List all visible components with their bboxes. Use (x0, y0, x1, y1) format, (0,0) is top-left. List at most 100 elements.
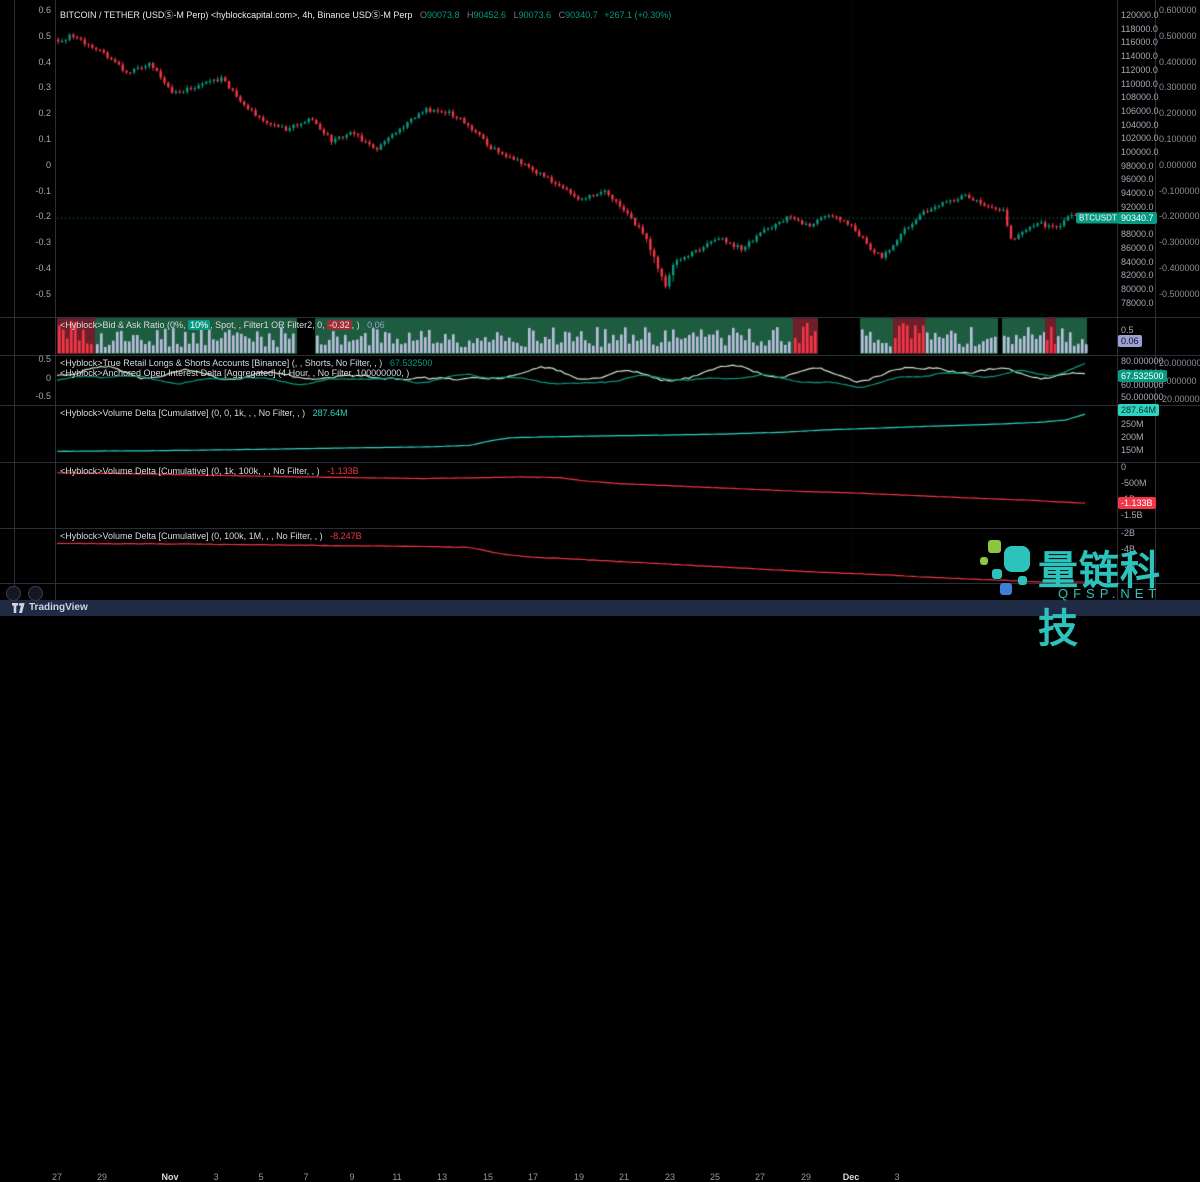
axis-tick: 94000.0 (1121, 188, 1154, 199)
axis-tick: -0.400000 (1159, 263, 1200, 273)
axis-tick: 112000.0 (1121, 64, 1158, 75)
axis-tick: 0 (45, 373, 51, 383)
time-axis-label: 27 (754, 1172, 766, 1182)
axis-tick: 0.5 (38, 30, 51, 41)
time-axis-label: 3 (213, 1172, 219, 1182)
axis-tick: 0.5 (38, 354, 51, 364)
time-axis-label: 17 (527, 1172, 539, 1182)
axis-tick: -1.5B (1121, 510, 1143, 520)
axis-tick: 116000.0 (1121, 37, 1158, 48)
pane-separator[interactable] (0, 405, 1200, 406)
axis-tick: 82000.0 (1121, 270, 1154, 281)
chart-canvas[interactable] (0, 0, 1200, 616)
time-axis-label: 25 (709, 1172, 721, 1182)
axis-tick: 88000.0 (1121, 229, 1154, 240)
time-axis-label: 15 (482, 1172, 494, 1182)
plot-left-border (55, 0, 56, 600)
last-price-label: 90340.7 (1118, 212, 1157, 224)
close-value: 90340.7 (565, 10, 598, 20)
volume-delta-100k-axis-label: -1.133B (1118, 497, 1156, 509)
left-price-scale[interactable]: 0.6 0.5 0.4 0.3 0.2 0.1 0 -0.1 -0.2 -0.3 -0.4 -0.5 0… (14, 0, 55, 600)
volume-delta-1k-text: <Hyblock>Volume Delta [Cumulative] (0, 0… (60, 408, 306, 418)
retail-shorts-legend[interactable]: <Hyblock>True Retail Longs & Shorts Acco… (60, 358, 432, 368)
axis-tick: -20.000000 (1159, 394, 1200, 404)
oi-delta-legend[interactable]: <Hyblock>Anchored Open Interest Delta [A… (60, 368, 409, 378)
change-value: +267.1 (+0.30%) (604, 10, 672, 20)
time-axis-label: 21 (618, 1172, 630, 1182)
axis-tick: 0 (45, 159, 51, 170)
axis-tick: 86000.0 (1121, 242, 1154, 253)
axis-tick: 0.5 (1121, 325, 1134, 335)
time-axis-label: Nov (161, 1172, 179, 1182)
axis-tick: 150M (1121, 445, 1144, 455)
volume-delta-100k-text: <Hyblock>Volume Delta [Cumulative] (0, 1… (60, 466, 320, 476)
volume-delta-1k-axis-label: 287.64M (1118, 404, 1160, 416)
scale-mode-button[interactable] (28, 586, 43, 601)
bid-ask-legend[interactable]: <Hyblock>Bid & Ask Ratio (0%, 10%, Spot,… (60, 320, 385, 330)
axis-tick: 100000.0 (1121, 147, 1159, 157)
axis-tick: 108000.0 (1121, 92, 1159, 103)
volume-delta-1m-text: <Hyblock>Volume Delta [Cumulative] (0, 1… (60, 531, 323, 541)
time-axis-label: 11 (392, 1172, 402, 1182)
tradingview-brand[interactable]: TradingView (12, 602, 88, 613)
volume-delta-1k-value: 287.64M (312, 408, 348, 418)
axis-tick: 104000.0 (1121, 119, 1159, 130)
axis-tick: 102000.0 (1121, 133, 1159, 144)
axis-tick: 0.3 (38, 82, 51, 93)
axis-tick: 106000.0 (1121, 105, 1159, 116)
time-axis-label: Dec (842, 1172, 860, 1182)
volume-delta-1k-legend[interactable]: <Hyblock>Volume Delta [Cumulative] (0, 0… (60, 408, 348, 418)
bid-ask-axis-label: 0.06 (1118, 335, 1142, 347)
bid-ask-green-param: 10% (188, 320, 211, 330)
axis-tick: 114000.0 (1121, 51, 1158, 62)
low-value: 90073.6 (518, 10, 552, 20)
axis-tick: 84000.0 (1121, 256, 1154, 267)
pane-separator[interactable] (0, 355, 1200, 356)
pane-separator[interactable] (0, 528, 1200, 529)
axis-tick: 0.500000 (1159, 30, 1197, 41)
retail-shorts-axis-label: 67.532500 (1118, 370, 1167, 382)
time-axis-label: 27 (51, 1172, 63, 1182)
axis-tick: 0.400000 (1159, 56, 1197, 67)
axis-tick: -0.2 (35, 211, 51, 222)
scale-reset-button[interactable] (6, 586, 21, 601)
time-axis-label: 5 (258, 1172, 264, 1182)
bid-ask-text: , ) (351, 320, 360, 330)
bid-ask-text: , Spot, , Filter1 OR Filter2, 0, (210, 320, 328, 330)
axis-tick: 0.4 (38, 56, 51, 67)
open-label: O (419, 10, 427, 20)
watermark: 量链科技 QFSP.NET (980, 538, 1200, 651)
axis-tick: 0.600000 (1159, 5, 1197, 15)
axis-tick: -0.1 (35, 185, 51, 196)
axis-tick: 98000.0 (1121, 160, 1154, 171)
time-axis-label: 19 (573, 1172, 585, 1182)
outer-right-scale[interactable]: 0.600000 0.500000 0.400000 0.300000 0.200000… (1156, 0, 1200, 600)
symbol-price-tag: BTCUSDT (1076, 212, 1120, 224)
volume-delta-100k-value: -1.133B (327, 466, 359, 476)
volume-delta-100k-legend[interactable]: <Hyblock>Volume Delta [Cumulative] (0, 1… (60, 466, 359, 476)
axis-tick: 0.100000 (1159, 134, 1197, 144)
pane-separator[interactable] (0, 462, 1200, 463)
axis-tick: 0 (1121, 462, 1127, 472)
tradingview-logo-icon (12, 602, 25, 613)
axis-tick: -0.5 (35, 288, 51, 299)
time-axis-label: 23 (664, 1172, 676, 1182)
bid-ask-red-param: -0.32 (327, 320, 352, 330)
axis-tick: 0.000000 (1159, 159, 1197, 170)
axis-tick: 92000.0 (1121, 201, 1154, 212)
axis-tick: 78000.0 (1121, 297, 1154, 308)
time-axis-label: 7 (303, 1172, 309, 1182)
axis-tick: 0.6 (38, 5, 51, 15)
retail-shorts-text: <Hyblock>True Retail Longs & Shorts Acco… (60, 358, 383, 368)
right-price-scale[interactable]: 120000.0 118000.0 116000.0 114000.0 112000.0… (1118, 0, 1164, 600)
time-axis-label: 13 (436, 1172, 448, 1182)
symbol-legend[interactable]: BITCOIN / TETHER (USDⓈ-M Perp) <hyblockc… (60, 8, 671, 21)
pane-separator[interactable] (0, 317, 1200, 318)
volume-delta-1m-legend[interactable]: <Hyblock>Volume Delta [Cumulative] (0, 1… (60, 531, 362, 541)
watermark-site-text: QFSP.NET (1058, 586, 1162, 601)
axis-tick: 0.2 (38, 108, 51, 119)
axis-tick: 0.1 (38, 134, 51, 144)
bid-ask-value: 0.06 (367, 320, 385, 330)
axis-tick: -0.300000 (1159, 237, 1200, 248)
time-axis-label: 29 (96, 1172, 108, 1182)
